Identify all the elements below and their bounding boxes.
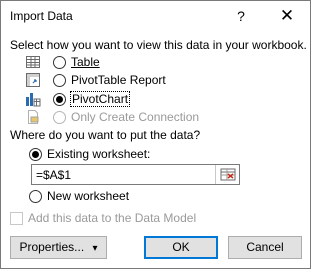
- range-reference-value: =$A$1: [36, 168, 72, 182]
- data-model-checkbox[interactable]: [10, 212, 23, 225]
- radio-connection-indicator[interactable]: [53, 110, 66, 124]
- radio-existing-indicator[interactable]: [29, 147, 42, 161]
- radio-table-label: Table: [71, 55, 100, 69]
- radio-pivottable-indicator[interactable]: [53, 73, 66, 87]
- radio-connection-label: Only Create Connection: [71, 110, 200, 124]
- dialog-title: Import Data: [10, 9, 73, 23]
- table-icon: [26, 56, 40, 68]
- cancel-button[interactable]: Cancel: [228, 236, 302, 259]
- radio-new-indicator[interactable]: [29, 189, 42, 203]
- close-button[interactable]: ✕: [277, 6, 297, 26]
- radio-table-indicator[interactable]: [53, 55, 66, 69]
- radio-pivotchart[interactable]: PivotChart: [53, 91, 131, 107]
- radio-only-create-connection[interactable]: Only Create Connection: [53, 109, 199, 125]
- properties-button-label: Properties...: [19, 240, 85, 254]
- range-picker-icon: [220, 168, 236, 181]
- radio-existing-worksheet[interactable]: Existing worksheet:: [29, 146, 150, 162]
- range-reference-input[interactable]: =$A$1: [31, 164, 240, 185]
- ok-button[interactable]: OK: [144, 236, 218, 259]
- pivottable-icon: [26, 73, 40, 87]
- help-button[interactable]: ?: [233, 7, 249, 25]
- radio-pivottable-report[interactable]: PivotTable Report: [53, 72, 166, 88]
- connection-icon: [28, 110, 39, 124]
- location-section-heading: Where do you want to put the data?: [10, 128, 201, 142]
- pivotchart-icon: [26, 93, 41, 107]
- radio-existing-label: Existing worksheet:: [47, 147, 151, 161]
- radio-new-label: New worksheet: [47, 189, 130, 203]
- radio-pivottable-label: PivotTable Report: [71, 73, 166, 87]
- properties-button[interactable]: Properties... ▾: [10, 236, 107, 259]
- import-data-dialog: Import Data ? ✕ Select how you want to v…: [0, 0, 311, 269]
- collapse-dialog-button[interactable]: [215, 165, 239, 184]
- chevron-down-icon: ▾: [92, 243, 98, 254]
- data-model-label: Add this data to the Data Model: [28, 211, 197, 225]
- radio-table[interactable]: Table: [53, 54, 100, 70]
- radio-pivotchart-indicator[interactable]: [53, 92, 66, 106]
- radio-pivotchart-label: PivotChart: [69, 91, 131, 107]
- view-section-heading: Select how you want to view this data in…: [10, 38, 307, 52]
- radio-new-worksheet[interactable]: New worksheet: [29, 188, 129, 204]
